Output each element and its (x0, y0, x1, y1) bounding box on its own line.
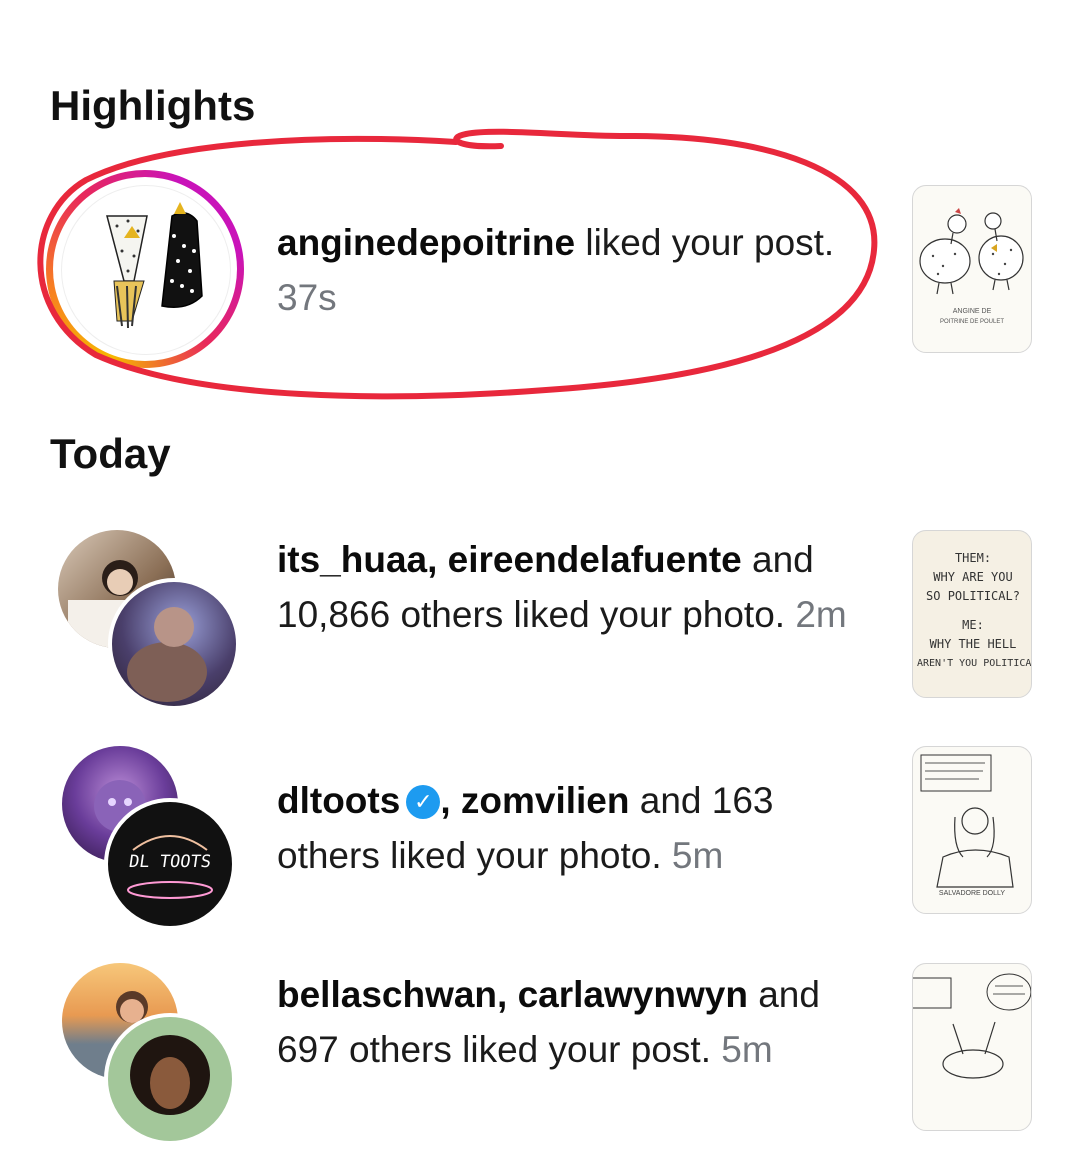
highlight-action: liked your post. (575, 222, 835, 263)
notification-row[interactable]: DL TOOTS dltoots ✓, zomvilien and 163 oth… (0, 740, 1080, 930)
highlight-username[interactable]: anginedepoitrine (277, 222, 575, 263)
notification-time: 5m (721, 1029, 773, 1070)
thumb-line: AREN'T YOU POLITICAL (917, 658, 1032, 669)
verified-badge-icon: ✓ (406, 785, 441, 819)
avatar-carlawynwyn[interactable] (104, 1013, 236, 1145)
stacked-avatars[interactable] (58, 530, 240, 710)
stacked-avatars[interactable]: DL TOOTS (58, 746, 236, 930)
notification-text: bellaschwan, carlawynwyn and 697 others … (277, 967, 877, 1077)
avatar-eireendelafuente[interactable] (108, 578, 240, 710)
thumb-line: WHY THE HELL (929, 637, 1017, 651)
today-heading: Today (50, 430, 171, 477)
thumbnail-caption-line-1: ANGINE DE (952, 308, 992, 315)
notification-username-2[interactable]: zomvilien (461, 780, 630, 821)
highlight-avatar[interactable] (46, 170, 244, 368)
highlight-time: 37s (277, 277, 337, 318)
post-thumbnail[interactable]: SALVADORE DOLLY (912, 746, 1032, 914)
post-thumbnail[interactable] (912, 963, 1032, 1131)
post-thumbnail[interactable]: THEM: WHY ARE YOU SO POLITICAL? ME: WHY … (912, 530, 1032, 698)
notification-text: dltoots ✓, zomvilien and 163 others liked… (277, 780, 774, 876)
stacked-avatars[interactable] (58, 963, 236, 1145)
notification-row[interactable]: its_huaa, eireendelafuente and 10,866 ot… (0, 520, 1080, 720)
notification-time: 2m (795, 594, 847, 635)
notification-username-1[interactable]: dltoots (277, 780, 400, 821)
dltoots-logo-text: DL TOOTS (127, 852, 213, 872)
notification-usernames[interactable]: bellaschwan, carlawynwyn (277, 974, 748, 1015)
thumb-line: SO POLITICAL? (926, 589, 1020, 603)
thumbnail-caption: SALVADORE DOLLY (938, 890, 1006, 897)
notification-row[interactable]: bellaschwan, carlawynwyn and 697 others … (0, 955, 1080, 1155)
thumbnail-caption-line-2: POITRINE DE POULET (939, 319, 1004, 325)
thumb-line: THEM: (954, 551, 992, 565)
highlight-text: anginedepoitrine liked your post. 37s (277, 215, 877, 325)
notification-time: 5m (671, 835, 724, 876)
avatar-dltoots[interactable]: DL TOOTS (104, 798, 236, 930)
notification-text: its_huaa, eireendelafuente and 10,866 ot… (277, 532, 877, 642)
thumb-line: ME: (962, 618, 984, 632)
notification-usernames[interactable]: its_huaa, eireendelafuente (277, 539, 742, 580)
highlight-notification-row[interactable]: anginedepoitrine liked your post. 37s AN… (0, 165, 1080, 375)
highlights-heading: Highlights (50, 82, 256, 129)
thumb-line: WHY ARE YOU (933, 570, 1013, 584)
highlight-post-thumbnail[interactable]: ANGINE DE POITRINE DE POULET (912, 185, 1032, 353)
